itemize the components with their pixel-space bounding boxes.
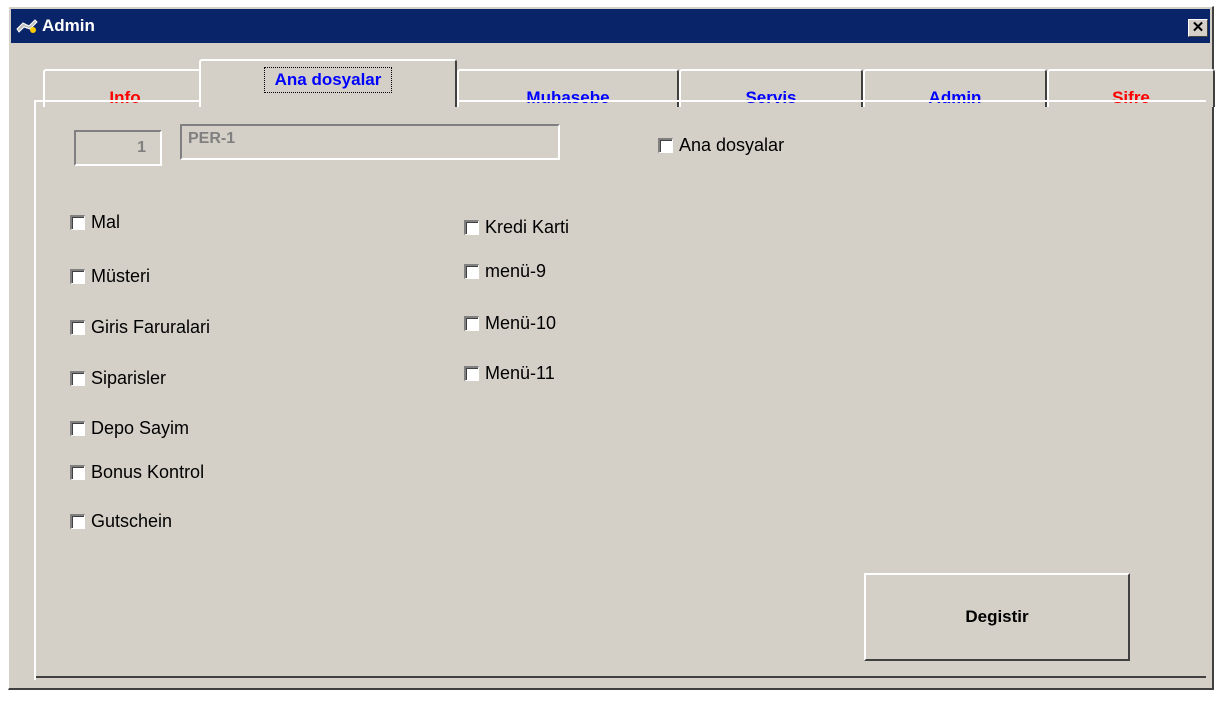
title-bar[interactable]: Admin ✕ (11, 9, 1210, 43)
tab-ana-dosyalar-label: Ana dosyalar (263, 67, 393, 93)
app-icon (16, 19, 38, 33)
close-icon: ✕ (1191, 19, 1205, 36)
close-button[interactable]: ✕ (1188, 19, 1208, 37)
tab-ana-dosyalar[interactable]: Ana dosyalar (199, 59, 457, 107)
window-title: Admin (42, 16, 95, 35)
tab-panel-ana-dosyalar (34, 100, 1206, 680)
